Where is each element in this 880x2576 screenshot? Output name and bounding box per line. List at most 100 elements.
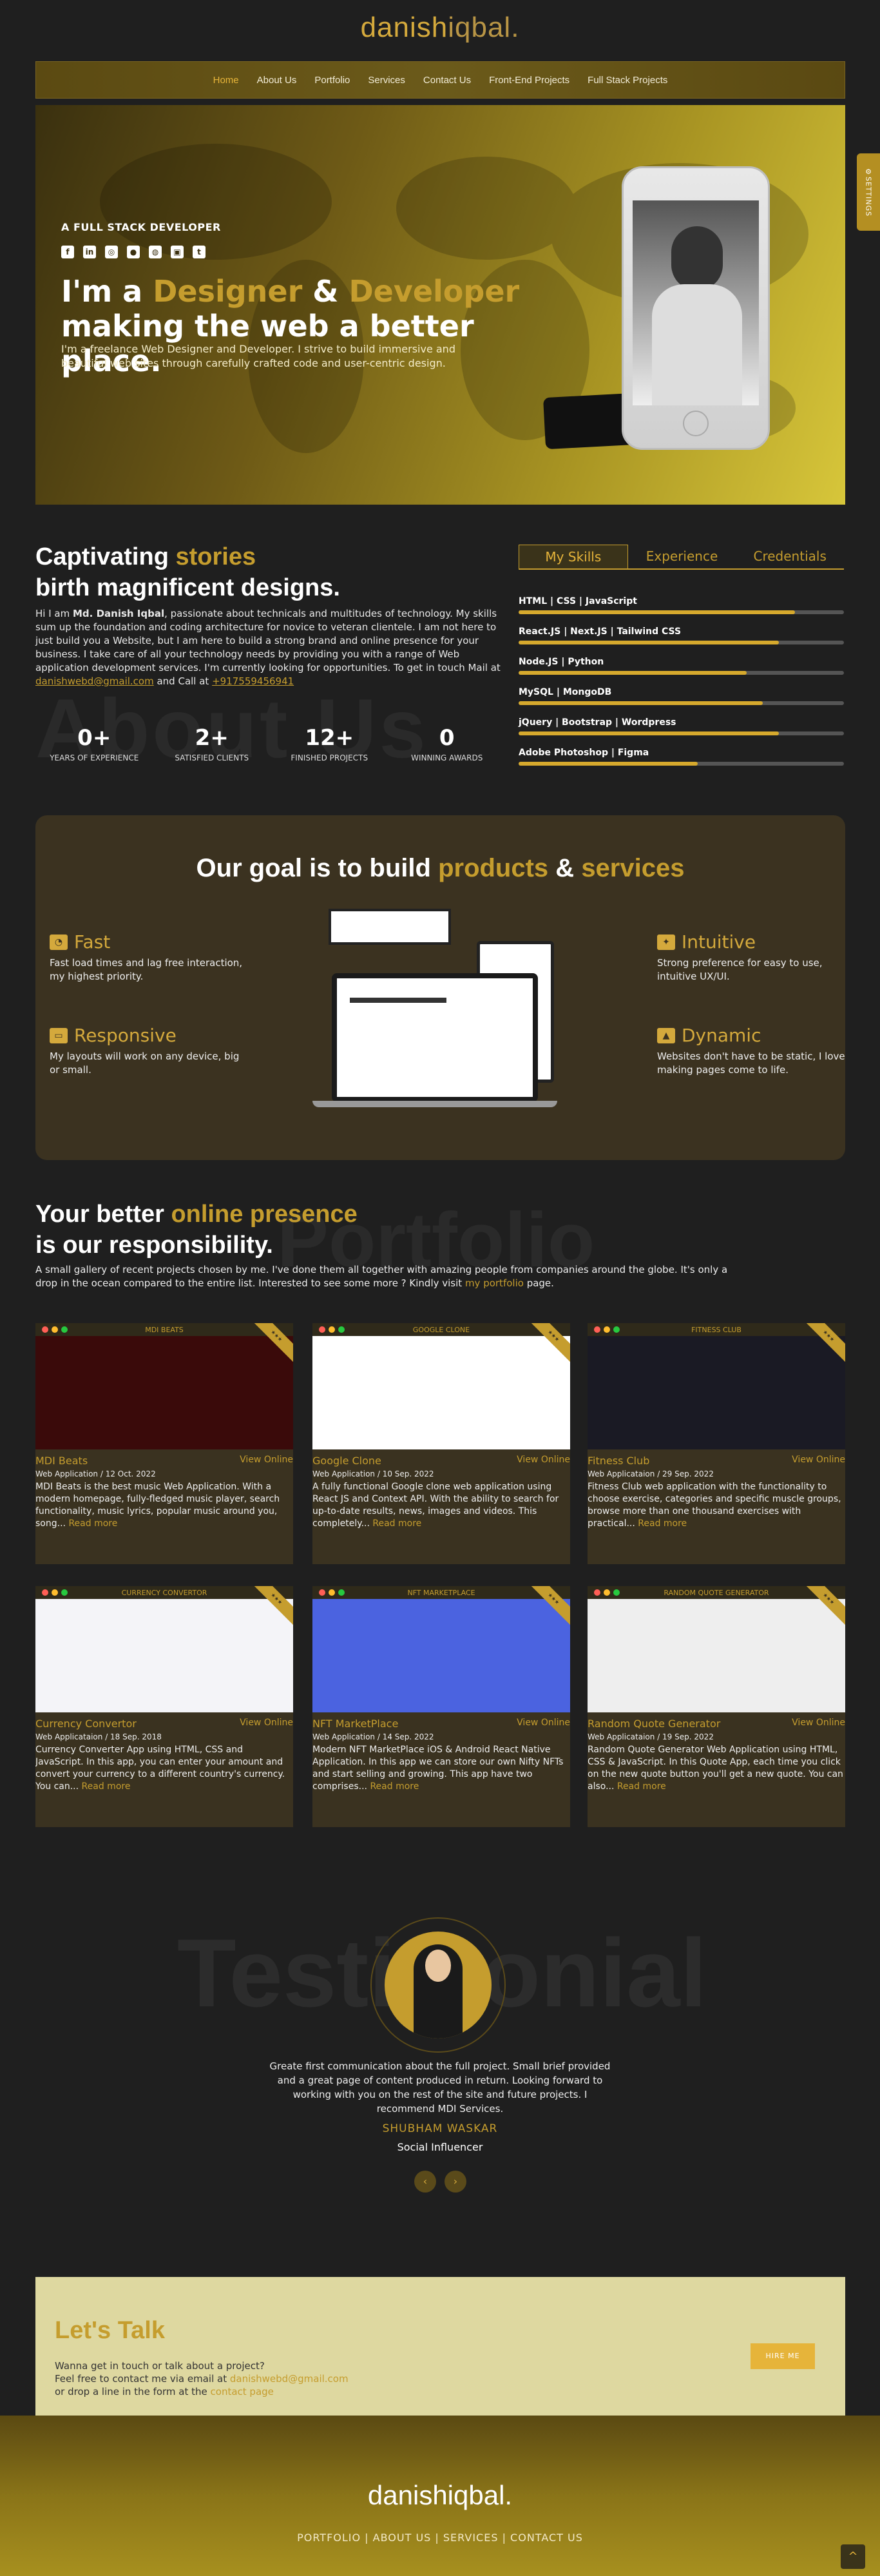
stat-label: WINNING AWARDS bbox=[411, 753, 483, 762]
portfolio-heading-online: online presence bbox=[171, 1201, 358, 1228]
project-name[interactable]: Fitness Club bbox=[588, 1455, 649, 1467]
project-screenshot[interactable] bbox=[588, 1336, 845, 1449]
view-online-link[interactable]: View Online bbox=[240, 1455, 293, 1467]
feature-title: ◔ Fast bbox=[50, 931, 243, 953]
speedometer-icon: ◔ bbox=[50, 934, 68, 950]
portrait-body bbox=[652, 284, 742, 405]
stat-plus: + bbox=[92, 725, 111, 751]
nav-fullstack-projects[interactable]: Full Stack Projects bbox=[588, 75, 667, 86]
project-card[interactable]: CURRENCY CONVERTOR ★★★ Currency Convertor V… bbox=[35, 1586, 293, 1827]
project-date: Web Applicataion / 18 Sep. 2018 bbox=[35, 1732, 162, 1741]
nav-portfolio[interactable]: Portfolio bbox=[314, 75, 350, 86]
browser-bar: FITNESS CLUB bbox=[588, 1323, 845, 1336]
card-bar-title: GOOGLE CLONE bbox=[412, 1325, 470, 1334]
card-bar-title: FITNESS CLUB bbox=[691, 1325, 741, 1334]
skill-bar bbox=[519, 731, 844, 735]
read-more-link[interactable]: Read more bbox=[68, 1518, 117, 1529]
read-more-link[interactable]: Read more bbox=[82, 1781, 131, 1792]
services-heading-amp: & bbox=[548, 854, 582, 882]
card-meta: Random Quote Generator View Online Web App… bbox=[588, 1712, 845, 1793]
tab-experience[interactable]: Experience bbox=[628, 545, 736, 568]
next-arrow-icon[interactable]: › bbox=[445, 2171, 466, 2193]
facebook-icon[interactable]: f bbox=[61, 246, 74, 258]
read-more-link[interactable]: Read more bbox=[372, 1518, 421, 1529]
footer-links[interactable]: PORTFOLIO | ABOUT US | SERVICES | CONTAC… bbox=[0, 2532, 880, 2544]
view-online-link[interactable]: View Online bbox=[240, 1718, 293, 1730]
project-name[interactable]: Random Quote Generator bbox=[588, 1718, 720, 1730]
stat-label: FINISHED PROJECTS bbox=[291, 753, 368, 762]
nav-services[interactable]: Services bbox=[368, 75, 405, 86]
project-name[interactable]: Currency Convertor bbox=[35, 1718, 137, 1730]
portrait-head bbox=[671, 226, 723, 291]
contact-cta: Let's Talk Wanna get in touch or talk ab… bbox=[35, 2277, 845, 2438]
card-meta: Google Clone View Online Web Application /… bbox=[312, 1449, 570, 1530]
scroll-top-button[interactable]: ^ bbox=[841, 2544, 865, 2569]
view-online-link[interactable]: View Online bbox=[517, 1455, 570, 1467]
skill-name: HTML | CSS | JavaScript bbox=[519, 596, 637, 606]
cta-contact-link[interactable]: contact page bbox=[211, 2386, 274, 2397]
camera-icon[interactable]: ▣ bbox=[171, 246, 184, 258]
view-online-link[interactable]: View Online bbox=[792, 1718, 845, 1730]
nav-about[interactable]: About Us bbox=[257, 75, 297, 86]
cta-email-link[interactable]: danishwebd@gmail.com bbox=[230, 2373, 349, 2385]
footer: danishiqbal. PORTFOLIO | ABOUT US | SERV… bbox=[0, 2416, 880, 2576]
card-meta: Fitness Club View Online Web Applicataion … bbox=[588, 1449, 845, 1530]
about-heading-stories: stories bbox=[175, 543, 256, 570]
view-online-link[interactable]: View Online bbox=[792, 1455, 845, 1467]
phone-home-button bbox=[683, 411, 709, 436]
card-bar-title: CURRENCY CONVERTOR bbox=[121, 1588, 207, 1597]
skill-bar-fill bbox=[519, 701, 763, 705]
hire-me-button[interactable]: HIRE ME bbox=[751, 2343, 815, 2369]
portfolio-intro-text: A small gallery of recent projects chose… bbox=[35, 1264, 728, 1289]
read-more-link[interactable]: Read more bbox=[370, 1781, 419, 1792]
skill-bar-fill bbox=[519, 731, 779, 735]
nav-contact[interactable]: Contact Us bbox=[423, 75, 471, 86]
project-screenshot[interactable] bbox=[588, 1599, 845, 1712]
nav-frontend-projects[interactable]: Front-End Projects bbox=[489, 75, 569, 86]
portfolio-heading-part: Your better bbox=[35, 1201, 171, 1228]
stat-number: 12+ bbox=[271, 725, 388, 751]
view-online-link[interactable]: View Online bbox=[517, 1718, 570, 1730]
browser-bar: NFT MARKETPLACE bbox=[312, 1586, 570, 1599]
portfolio-link[interactable]: my portfolio bbox=[465, 1277, 524, 1289]
avatar-image bbox=[385, 1932, 492, 2039]
project-screenshot[interactable] bbox=[312, 1599, 570, 1712]
settings-label: SETTINGS bbox=[864, 176, 873, 217]
prev-arrow-icon[interactable]: ‹ bbox=[414, 2171, 436, 2193]
project-name[interactable]: MDI Beats bbox=[35, 1455, 88, 1467]
about-heading-line2: birth magnificent designs. bbox=[35, 574, 340, 601]
linkedin-icon[interactable]: in bbox=[83, 246, 96, 258]
read-more-link[interactable]: Read more bbox=[638, 1518, 687, 1529]
twitter-icon[interactable]: t bbox=[193, 246, 206, 258]
project-card[interactable]: MDI BEATS ★★★ MDI Beats View Online Web Appl… bbox=[35, 1323, 293, 1564]
portfolio-heading-line2: is our responsibility. bbox=[35, 1232, 273, 1259]
skill-bar bbox=[519, 671, 844, 675]
dribbble-icon[interactable]: ◍ bbox=[149, 246, 162, 258]
project-card[interactable]: GOOGLE CLONE ★★★ Google Clone View Online We… bbox=[312, 1323, 570, 1564]
social-icons: f in ◎ ● ◍ ▣ t bbox=[61, 246, 206, 258]
project-card[interactable]: RANDOM QUOTE GENERATOR ★★★ Random Quote Ge… bbox=[588, 1586, 845, 1827]
skills-list: HTML | CSS | JavaScript React.JS | Next.… bbox=[519, 596, 844, 778]
tab-my-skills[interactable]: My Skills bbox=[519, 545, 628, 568]
services-heading-products: products bbox=[438, 854, 549, 882]
project-card[interactable]: FITNESS CLUB ★★★ Fitness Club View Online We… bbox=[588, 1323, 845, 1564]
project-screenshot[interactable] bbox=[312, 1336, 570, 1449]
laptop-screen-header bbox=[350, 998, 446, 1003]
instagram-icon[interactable]: ◎ bbox=[105, 246, 118, 258]
project-screenshot[interactable] bbox=[35, 1599, 293, 1712]
site-logo[interactable]: danishiqbal. bbox=[0, 12, 880, 44]
project-name[interactable]: NFT MarketPlace bbox=[312, 1718, 398, 1730]
github-icon[interactable]: ● bbox=[127, 246, 140, 258]
read-more-link[interactable]: Read more bbox=[617, 1781, 666, 1792]
settings-tab[interactable]: ⚙ SETTINGS bbox=[857, 153, 880, 231]
footer-logo[interactable]: danishiqbal. bbox=[0, 2480, 880, 2511]
project-name[interactable]: Google Clone bbox=[312, 1455, 381, 1467]
nav-home[interactable]: Home bbox=[213, 75, 239, 86]
project-card[interactable]: NFT MARKETPLACE ★★★ NFT MarketPlace View On… bbox=[312, 1586, 570, 1827]
about-phone-link[interactable]: +917559456941 bbox=[212, 675, 294, 687]
footer-logo-sub: iqbal. bbox=[447, 2480, 513, 2510]
about-email-link[interactable]: danishwebd@gmail.com bbox=[35, 675, 154, 687]
tab-credentials[interactable]: Credentials bbox=[736, 545, 844, 568]
project-screenshot[interactable] bbox=[35, 1336, 293, 1449]
project-desc: MDI Beats is the best music Web Applicat… bbox=[35, 1481, 293, 1530]
